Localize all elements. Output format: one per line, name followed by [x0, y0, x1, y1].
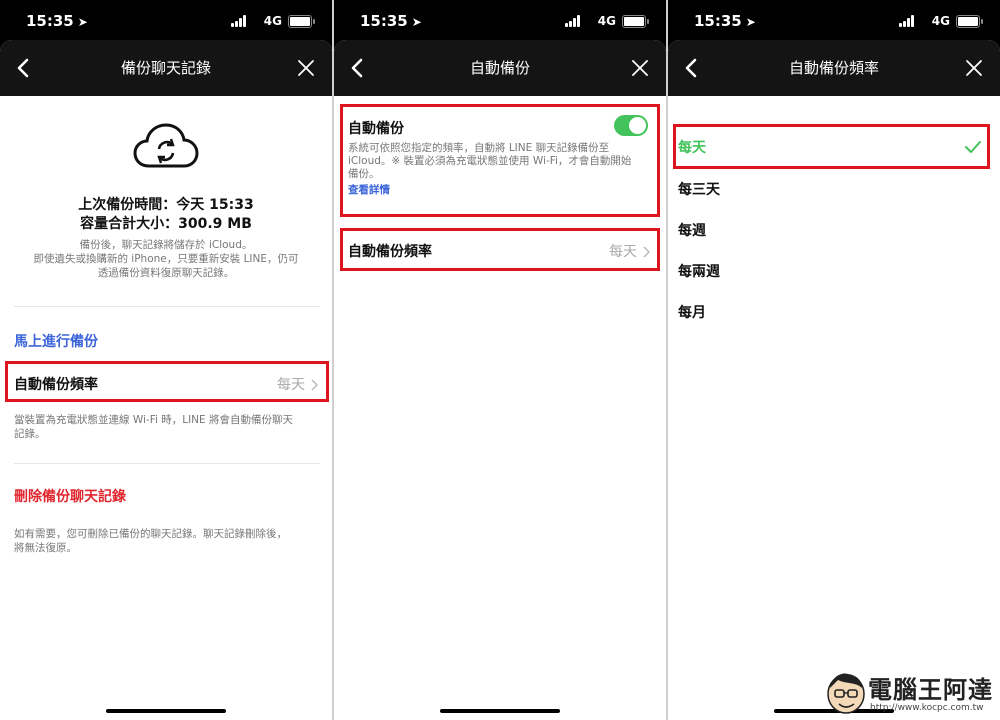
signal-icon [231, 15, 248, 27]
phone-screen-backup: 15:35 ➤ 4G 備份聊天記錄 上次備份時間：今天 15:33 容量合計大小：… [0, 0, 332, 720]
home-indicator[interactable] [106, 709, 226, 713]
watermark-url: http://www.kocpc.com.tw [870, 703, 984, 713]
cloud-sync-icon [133, 123, 199, 168]
highlight-box [5, 361, 329, 402]
watermark-text: 電腦王阿達 [868, 676, 993, 704]
delete-note: 如有需要，您可刪除已備份的聊天記錄。聊天記錄刪除後， 將無法復原。 [14, 527, 287, 555]
last-backup-time: 上次備份時間：今天 15:33 [78, 197, 254, 213]
page-title: 自動備份 [469, 59, 530, 77]
page-title: 自動備份頻率 [788, 59, 879, 77]
highlight-box [673, 124, 990, 169]
battery-icon [956, 15, 983, 28]
mascot-logo-icon [827, 673, 865, 714]
location-arrow-icon: ➤ [77, 15, 88, 29]
navigation-bar: 備份聊天記錄 [0, 40, 332, 96]
backup-description: 備份後，聊天記錄將儲存於 iCloud。 即使遺失或換購新的 iPhone，只要… [0, 238, 332, 280]
note-line: 記錄。 [14, 428, 46, 440]
network-type: 4G [597, 14, 616, 28]
signal-icon [899, 15, 916, 27]
home-indicator[interactable] [440, 709, 560, 713]
navigation-bar: 自動備份頻率 [668, 40, 1000, 96]
frequency-option[interactable]: 每月 [668, 291, 1000, 332]
total-size: 容量合計大小：300.9 MB [80, 216, 252, 232]
note-line: 如有需要，您可刪除已備份的聊天記錄。聊天記錄刪除後， [14, 528, 287, 540]
watermark: 電腦王阿達 http://www.kocpc.com.tw [824, 666, 994, 718]
navigation-bar: 自動備份 [334, 40, 666, 96]
network-type: 4G [263, 14, 282, 28]
note-line: 將無法復原。 [14, 542, 77, 554]
backup-now-button[interactable]: 馬上進行備份 [14, 331, 98, 351]
back-chevron-icon[interactable] [10, 54, 38, 82]
battery-icon [288, 15, 315, 28]
desc-line: 透過備份資料復原聊天記錄。 [97, 267, 235, 279]
signal-icon [565, 15, 582, 27]
frequency-option[interactable]: 每三天 [668, 168, 1000, 209]
note-line: 當裝置為充電狀態並連線 Wi-Fi 時，LINE 將會自動備份聊天 [14, 414, 293, 426]
frequency-note: 當裝置為充電狀態並連線 Wi-Fi 時，LINE 將會自動備份聊天 記錄。 [14, 413, 293, 441]
phone-screen-auto-backup: 15:35 ➤ 4G 自動備份 自動備份 系統可依照您指定的頻率，自動將 LINE… [334, 0, 666, 720]
desc-line: 備份後，聊天記錄將儲存於 iCloud。 [79, 239, 253, 251]
page-title: 備份聊天記錄 [120, 59, 211, 77]
option-label: 每週 [678, 223, 706, 239]
back-chevron-icon[interactable] [678, 54, 706, 82]
status-bar: 15:35 ➤ 4G [0, 0, 332, 40]
status-bar: 15:35 ➤ 4G [334, 0, 666, 40]
option-label: 每月 [678, 305, 706, 321]
battery-icon [622, 15, 649, 28]
status-bar: 15:35 ➤ 4G [668, 0, 1000, 40]
location-arrow-icon: ➤ [411, 15, 422, 29]
close-icon[interactable] [294, 56, 318, 80]
location-arrow-icon: ➤ [745, 15, 756, 29]
close-icon[interactable] [962, 56, 986, 80]
frequency-option[interactable]: 每兩週 [668, 250, 1000, 291]
back-chevron-icon[interactable] [344, 54, 372, 82]
divider [14, 463, 320, 464]
phone-screen-frequency: 15:35 ➤ 4G 自動備份頻率 每天 每三天 每週 每兩週 每月 [668, 0, 1000, 720]
frequency-option[interactable]: 每週 [668, 209, 1000, 250]
status-time: 15:35 ➤ [694, 12, 756, 30]
close-icon[interactable] [628, 56, 652, 80]
option-label: 每兩週 [678, 264, 720, 280]
highlight-box [340, 104, 660, 217]
delete-backup-button[interactable]: 刪除備份聊天記錄 [14, 486, 126, 506]
status-time: 15:35 ➤ [360, 12, 422, 30]
status-time: 15:35 ➤ [26, 12, 88, 30]
network-type: 4G [931, 14, 950, 28]
highlight-box [340, 228, 660, 271]
divider [14, 306, 320, 307]
desc-line: 即使遺失或換購新的 iPhone，只要重新安裝 LINE，仍可 [33, 253, 299, 265]
option-label: 每三天 [678, 182, 720, 198]
